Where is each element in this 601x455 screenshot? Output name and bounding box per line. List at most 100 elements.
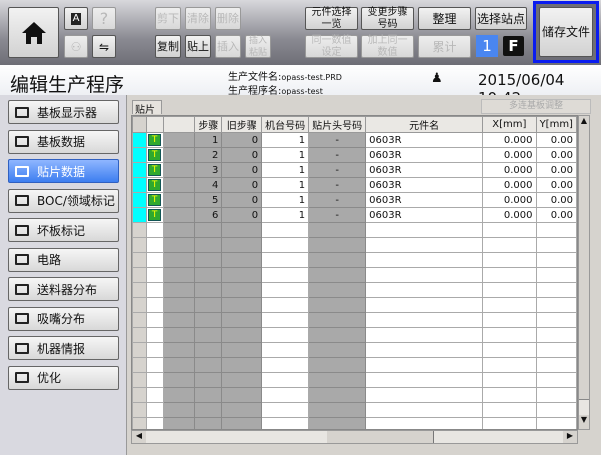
step-cell: 2 [194,147,223,163]
table-row[interactable] [132,327,577,343]
sidebar-item[interactable]: 电路 [8,247,119,272]
table-row[interactable] [132,222,577,238]
row-selector[interactable] [132,192,147,208]
table-row[interactable] [132,252,577,268]
sidebar-item-label: 优化 [37,371,62,385]
machine-cell[interactable]: 1 [261,162,310,178]
row-selector[interactable] [132,132,147,148]
scroll-down-icon[interactable]: ▼ [579,415,589,429]
table-row[interactable] [132,357,577,373]
machine-cell[interactable]: 1 [261,147,310,163]
component-list-button[interactable]: 元件选择 一览 [305,7,358,30]
same-value-set-button[interactable]: 同一数值 设定 [305,35,358,58]
clear-button[interactable]: 清除 [185,7,211,30]
col-x[interactable]: X[mm] [482,116,537,133]
table-row[interactable] [132,402,577,418]
connect-button[interactable]: ⇋ [92,35,116,58]
home-button[interactable] [8,7,59,58]
sidebar-item[interactable]: 基板显示器 [8,100,119,124]
table-row[interactable]: T 6 0 1 - 0603R 0.000 0.00 [132,207,577,223]
table-row[interactable]: T 3 0 1 - 0603R 0.000 0.00 [132,162,577,178]
part-name-cell[interactable]: 0603R [365,132,484,148]
sidebar-item[interactable]: 贴片数据 [8,159,119,183]
table-row[interactable]: T 1 0 1 - 0603R 0.000 0.00 [132,132,577,148]
row-selector[interactable] [132,177,147,193]
y-cell[interactable]: 0.00 [535,132,577,148]
part-name-cell[interactable]: 0603R [365,207,484,223]
vertical-scrollbar[interactable]: ▲ ▼ [578,115,590,430]
insert-paste-button[interactable]: 插入 粘贴 [245,35,271,58]
save-file-button[interactable]: 储存文件 [539,7,593,57]
vertical-scroll-thumb[interactable] [579,130,589,400]
add-same-value-button[interactable]: 加上同一 数值 [361,35,414,58]
y-cell[interactable]: 0.00 [535,192,577,208]
sidebar-item[interactable]: 优化 [8,365,119,390]
sidebar-item[interactable]: 机器情报 [8,336,119,360]
table-row[interactable] [132,282,577,298]
row-selector[interactable] [132,162,147,178]
y-cell[interactable]: 0.00 [535,162,577,178]
scroll-right-icon[interactable]: ▶ [563,431,577,443]
x-cell[interactable]: 0.000 [482,132,537,148]
machine-cell[interactable]: 1 [261,132,310,148]
col-old-step[interactable]: 旧步骤 [221,116,263,133]
copy-button[interactable]: 复制 [155,35,181,58]
table-row[interactable] [132,237,577,253]
table-row[interactable] [132,387,577,403]
x-cell[interactable]: 0.000 [482,192,537,208]
col-machine-no[interactable]: 机台号码 [261,116,310,133]
col-y[interactable]: Y[mm] [535,116,577,133]
table-row[interactable]: T 4 0 1 - 0603R 0.000 0.00 [132,177,577,193]
table-row[interactable]: T 5 0 1 - 0603R 0.000 0.00 [132,192,577,208]
users-button[interactable]: ⚇ [64,35,88,58]
table-row[interactable]: T 2 0 1 - 0603R 0.000 0.00 [132,147,577,163]
col-head-no[interactable]: 贴片头号码 [308,116,367,133]
y-cell[interactable]: 0.00 [535,147,577,163]
paste-button[interactable]: 贴上 [185,35,211,58]
sidebar-item[interactable]: 送料器分布 [8,277,119,301]
row-selector[interactable] [132,207,147,223]
y-cell[interactable]: 0.00 [535,177,577,193]
scroll-left-icon[interactable]: ◀ [132,431,146,443]
col-part-name[interactable]: 元件名 [365,116,484,133]
y-cell[interactable]: 0.00 [535,207,577,223]
scroll-up-icon[interactable]: ▲ [579,116,589,130]
table-row[interactable] [132,312,577,328]
help-button[interactable]: ? [92,7,116,30]
horizontal-scroll-thumb[interactable] [327,431,434,443]
tab-placement[interactable]: 贴片 [132,100,162,116]
machine-cell[interactable]: 1 [261,207,310,223]
table-row[interactable] [132,267,577,283]
table-row[interactable] [132,372,577,388]
part-name-cell[interactable]: 0603R [365,177,484,193]
horizontal-scrollbar[interactable]: ◀ ▶ [131,430,578,444]
machine-cell[interactable]: 1 [261,177,310,193]
table-row[interactable] [132,297,577,313]
old-step-cell: 0 [221,177,263,193]
multi-board-adjust-button[interactable]: 多连基板调整 [481,99,591,114]
part-name-cell[interactable]: 0603R [365,147,484,163]
part-name-cell[interactable]: 0603R [365,162,484,178]
x-cell[interactable]: 0.000 [482,147,537,163]
delete-button[interactable]: 删除 [215,7,241,30]
select-station-button[interactable]: 选择站点 [475,7,527,30]
insert-button[interactable]: 插入 [215,35,241,58]
table-row[interactable] [132,417,577,429]
x-cell[interactable]: 0.000 [482,207,537,223]
col-step[interactable]: 步骤 [194,116,223,133]
part-name-cell[interactable]: 0603R [365,192,484,208]
accumulate-button[interactable]: 累计 [418,35,471,58]
x-cell[interactable]: 0.000 [482,177,537,193]
row-selector[interactable] [132,147,147,163]
sidebar-item[interactable]: 基板数据 [8,129,119,154]
change-step-number-button[interactable]: 变更步骤 号码 [361,7,414,30]
x-cell[interactable]: 0.000 [482,162,537,178]
machine-cell[interactable]: 1 [261,192,310,208]
keyboard-a-button[interactable]: A [64,7,88,30]
table-row[interactable] [132,342,577,358]
sidebar-item[interactable]: 吸嘴分布 [8,306,119,331]
sidebar-item[interactable]: BOC/领域标记 [8,188,119,213]
cut-button[interactable]: 剪下 [155,7,181,30]
sidebar-item[interactable]: 坏板标记 [8,218,119,242]
organize-button[interactable]: 整理 [418,7,471,30]
